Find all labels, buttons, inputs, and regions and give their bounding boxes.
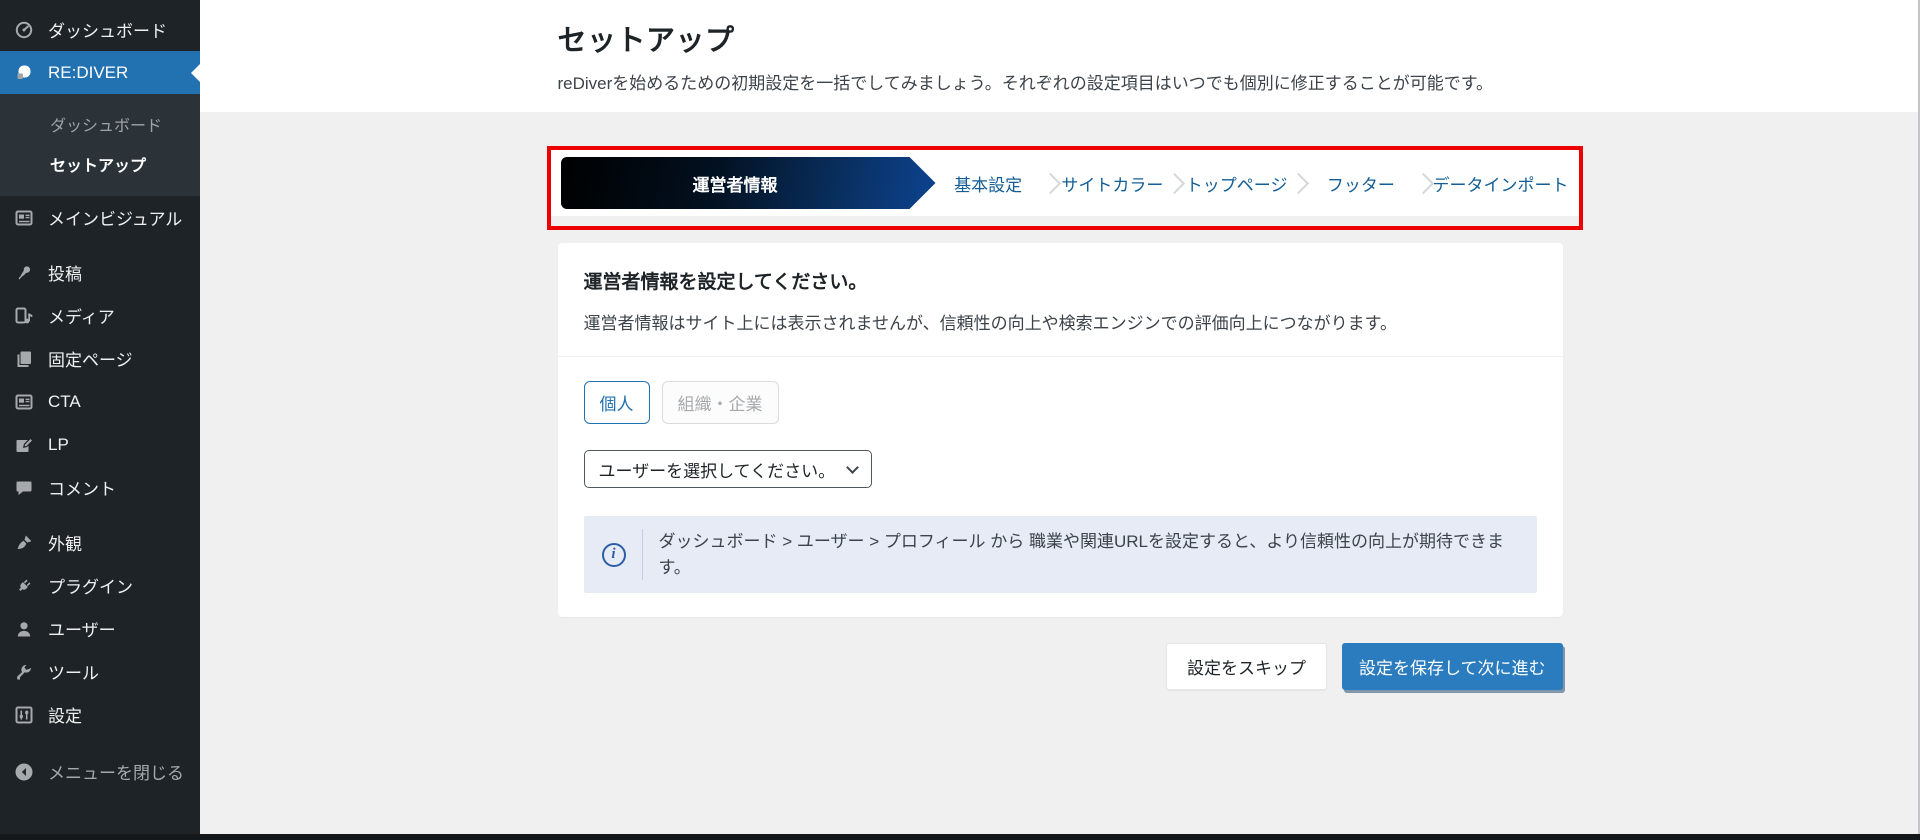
sidebar-item-label: 投稿	[48, 260, 82, 285]
chevron-right-icon	[1040, 172, 1061, 193]
sidebar-item-label: 外観	[48, 530, 82, 555]
panel-heading: 運営者情報を設定してください。	[584, 267, 1537, 294]
sidebar-item-rediver[interactable]: RE:DIVER	[0, 51, 200, 94]
chevron-right-icon	[1164, 172, 1185, 193]
sidebar-item-comments[interactable]: コメント	[0, 466, 200, 509]
divider	[642, 529, 643, 580]
operator-type-toggle: 個人 組織・企業	[584, 381, 1537, 424]
step-top-page[interactable]: トップページ	[1184, 171, 1289, 196]
annotation-red-rectangle: 運営者情報 基本設定 サイトカラー トップページ フッター データインポート	[547, 146, 1583, 230]
pushpin-icon	[13, 262, 35, 284]
sidebar-item-cta[interactable]: CTA	[0, 380, 200, 423]
window-bottom-edge	[0, 834, 1920, 840]
sidebar-item-label: 設定	[48, 702, 82, 727]
sidebar-item-label: ユーザー	[48, 616, 116, 641]
screen-icon	[13, 207, 35, 229]
brush-icon	[13, 532, 35, 554]
step-site-color[interactable]: サイトカラー	[1060, 171, 1165, 196]
page-description: reDiverを始めるための初期設定を一括でしてみましょう。それぞれの設定項目は…	[558, 69, 1563, 94]
sidebar-item-label: メインビジュアル	[48, 205, 182, 230]
screen-icon	[13, 391, 35, 413]
sidebar-item-label: CTA	[48, 392, 81, 412]
media-icon	[13, 305, 35, 327]
info-note-box: i ダッシュボード > ユーザー > プロフィール から 職業や関連URLを設定…	[584, 516, 1537, 593]
skip-settings-button[interactable]: 設定をスキップ	[1166, 643, 1327, 690]
sidebar-item-lp[interactable]: LP	[0, 423, 200, 466]
chevron-down-icon	[846, 461, 859, 474]
info-note-text: ダッシュボード > ユーザー > プロフィール から 職業や関連URLを設定する…	[658, 529, 1518, 580]
submenu-item-dashboard[interactable]: ダッシュボード	[0, 104, 200, 144]
wizard-actions: 設定をスキップ 設定を保存して次に進む	[558, 643, 1563, 690]
chevron-right-icon	[1288, 172, 1309, 193]
sidebar-item-users[interactable]: ユーザー	[0, 607, 200, 650]
sidebar-item-tools[interactable]: ツール	[0, 650, 200, 693]
rediver-submenu: ダッシュボード セットアップ	[0, 94, 200, 196]
edit-icon	[13, 434, 35, 456]
sidebar-item-mainvisual[interactable]: メインビジュアル	[0, 196, 200, 239]
collapse-menu-label: メニューを閉じる	[48, 759, 184, 784]
sidebar-item-label: コメント	[48, 475, 116, 500]
sidebar-item-label: メディア	[48, 303, 115, 328]
chevron-right-icon	[1412, 172, 1433, 193]
sidebar-item-label: RE:DIVER	[48, 63, 128, 83]
comment-icon	[13, 477, 35, 499]
wordpress-admin-setup-page: ダッシュボード RE:DIVER ダッシュボード セットアップ メインビジュアル…	[0, 0, 1920, 840]
sidebar-item-label: プラグイン	[48, 573, 133, 598]
plug-icon	[13, 575, 35, 597]
sidebar-item-label: LP	[48, 435, 69, 455]
step-data-import[interactable]: データインポート	[1433, 171, 1569, 196]
setup-step-nav: 運営者情報 基本設定 サイトカラー トップページ フッター データインポート	[551, 150, 1579, 216]
page-title: セットアップ	[558, 17, 1563, 59]
active-step-label: 運営者情報	[693, 171, 804, 196]
sidebar-item-plugins[interactable]: プラグイン	[0, 564, 200, 607]
sidebar-item-media[interactable]: メディア	[0, 294, 200, 337]
sidebar-item-appearance[interactable]: 外観	[0, 521, 200, 564]
pages-icon	[13, 348, 35, 370]
collapse-menu-button[interactable]: メニューを閉じる	[0, 750, 200, 793]
info-icon: i	[602, 543, 626, 567]
sidebar-item-posts[interactable]: 投稿	[0, 251, 200, 294]
divider	[558, 356, 1563, 357]
sidebar-item-label: 固定ページ	[48, 346, 133, 371]
user-select-value: ユーザーを選択してください。	[599, 457, 836, 482]
step-footer[interactable]: フッター	[1308, 171, 1413, 196]
page-header: セットアップ reDiverを始めるための初期設定を一括でしてみましょう。それぞ…	[200, 0, 1920, 112]
step-basic-settings[interactable]: 基本設定	[936, 171, 1041, 196]
operator-info-panel: 運営者情報を設定してください。 運営者情報はサイト上には表示されませんが、信頼性…	[558, 243, 1563, 617]
user-select-dropdown[interactable]: ユーザーを選択してください。	[584, 450, 872, 488]
sidebar-item-pages[interactable]: 固定ページ	[0, 337, 200, 380]
main-area: セットアップ reDiverを始めるための初期設定を一括でしてみましょう。それぞ…	[200, 0, 1920, 834]
save-and-next-button[interactable]: 設定を保存して次に進む	[1342, 643, 1563, 690]
wrench-icon	[13, 661, 35, 683]
type-personal-button[interactable]: 個人	[584, 381, 650, 424]
dashboard-icon	[13, 19, 35, 41]
step-operator-info-active[interactable]: 運営者情報	[561, 157, 936, 209]
sidebar-item-dashboard[interactable]: ダッシュボード	[0, 8, 200, 51]
sliders-icon	[13, 704, 35, 726]
sidebar-item-settings[interactable]: 設定	[0, 693, 200, 736]
type-organization-button[interactable]: 組織・企業	[662, 381, 779, 424]
panel-description: 運営者情報はサイト上には表示されませんが、信頼性の向上や検索エンジンでの評価向上…	[584, 309, 1537, 334]
admin-sidebar: ダッシュボード RE:DIVER ダッシュボード セットアップ メインビジュアル…	[0, 0, 200, 834]
rediver-logo-icon	[13, 62, 35, 84]
collapse-arrow-icon	[13, 761, 35, 783]
sidebar-item-label: ツール	[48, 659, 99, 684]
sidebar-item-label: ダッシュボード	[48, 17, 167, 42]
user-icon	[13, 618, 35, 640]
submenu-item-setup[interactable]: セットアップ	[0, 144, 200, 184]
